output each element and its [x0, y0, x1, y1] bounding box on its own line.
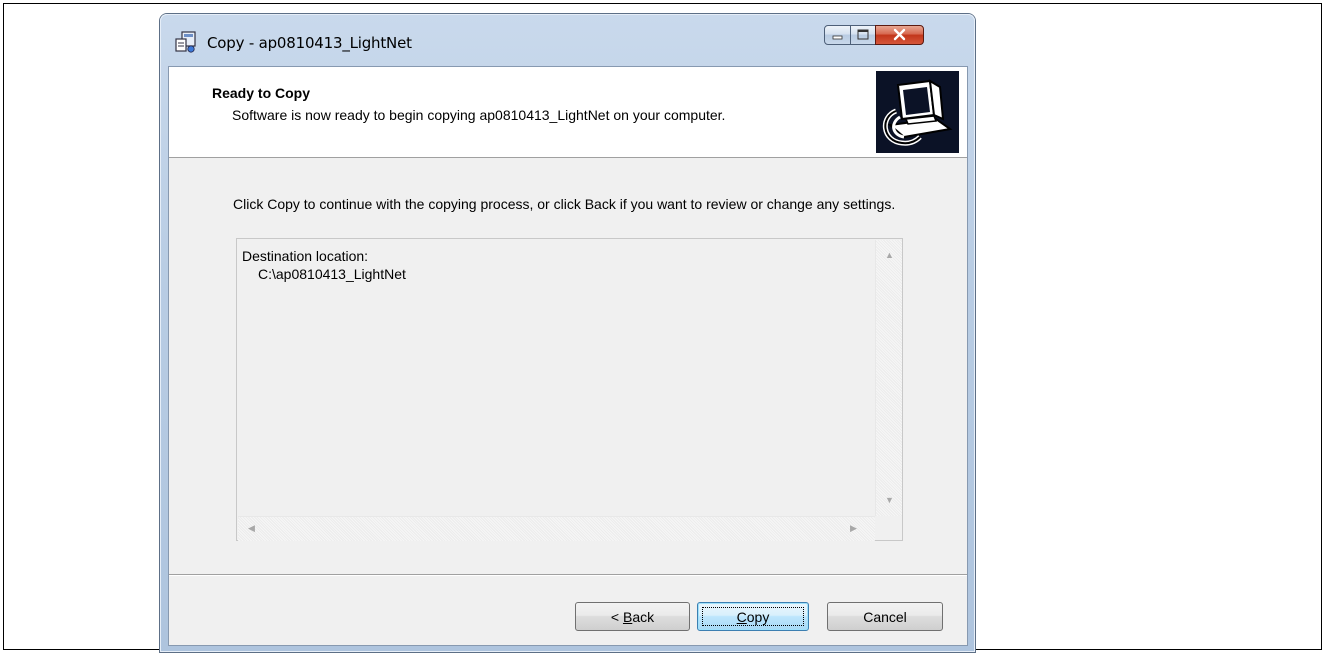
destination-value: C:\ap0810413_LightNet	[258, 266, 406, 282]
minimize-icon	[832, 35, 843, 40]
destination-label: Destination location:	[242, 248, 369, 264]
vertical-scrollbar[interactable]: ▲ ▼	[875, 240, 902, 516]
back-prefix: <	[610, 608, 623, 625]
back-accelerator: B	[622, 608, 633, 625]
back-button-label: < Back	[611, 609, 654, 625]
maximize-button[interactable]	[850, 25, 876, 45]
wizard-client-area: Ready to Copy Software is now ready to b…	[168, 66, 968, 646]
ready-memo[interactable]: Destination location: C:\ap0810413_Light…	[236, 238, 903, 541]
caption-buttons	[824, 25, 962, 47]
scrollbar-corner	[875, 516, 901, 540]
scroll-right-icon[interactable]: ▶	[850, 523, 857, 533]
window-title: Copy - ap0810413_LightNet	[207, 34, 412, 52]
minimize-button[interactable]	[824, 25, 851, 45]
cancel-button[interactable]: Cancel	[827, 602, 943, 631]
copy-button-label: Copy	[737, 609, 770, 625]
cancel-button-label: Cancel	[863, 608, 907, 625]
title-bar[interactable]: Copy - ap0810413_LightNet	[160, 14, 975, 64]
instruction-text: Click Copy to continue with the copying …	[233, 196, 896, 212]
back-rest: ack	[632, 608, 655, 625]
scroll-down-icon[interactable]: ▼	[885, 495, 894, 505]
copy-accelerator: C	[736, 608, 747, 625]
horizontal-scrollbar[interactable]: ◀ ▶	[238, 516, 875, 541]
installer-icon	[174, 30, 198, 54]
wizard-header: Ready to Copy Software is now ready to b…	[169, 67, 967, 158]
copy-rest: opy	[746, 608, 770, 625]
copy-button[interactable]: Copy	[697, 602, 809, 631]
scroll-left-icon[interactable]: ◀	[248, 523, 255, 533]
page-subtitle: Software is now ready to begin copying a…	[232, 107, 726, 123]
maximize-icon	[857, 29, 869, 40]
computer-install-icon	[876, 71, 959, 153]
close-icon	[893, 28, 906, 41]
close-button[interactable]	[875, 25, 924, 45]
page-title: Ready to Copy	[212, 85, 311, 101]
back-button[interactable]: < Back	[575, 602, 690, 631]
scroll-up-icon[interactable]: ▲	[885, 250, 894, 260]
setup-window: Copy - ap0810413_LightNet Ready to Copy …	[160, 14, 975, 652]
button-divider	[169, 574, 967, 576]
